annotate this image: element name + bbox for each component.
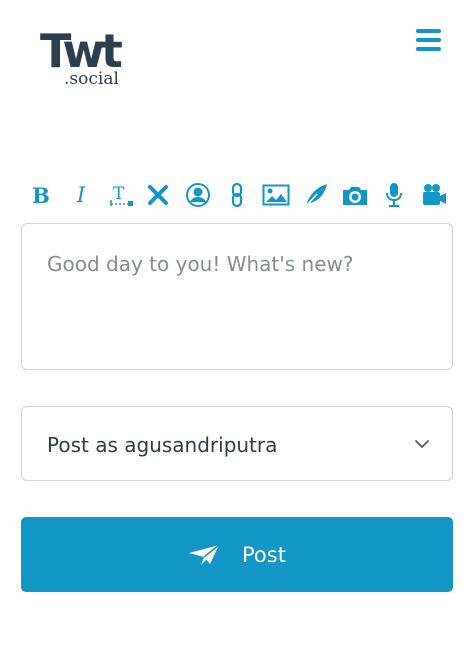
menu-bar-middle <box>416 38 441 42</box>
italic-button[interactable]: I <box>67 181 95 209</box>
text-format-button[interactable]: T <box>107 181 135 209</box>
format-toolbar: B I T <box>27 181 449 209</box>
hamburger-menu-icon[interactable] <box>416 28 441 52</box>
bold-button[interactable]: B <box>27 181 55 209</box>
close-icon <box>148 185 168 205</box>
clear-button[interactable] <box>144 181 172 209</box>
camera-button[interactable] <box>341 181 369 209</box>
logo-domain: .social <box>64 69 119 89</box>
logo-wordmark: Twt <box>40 24 123 78</box>
twtsocial-logo[interactable]: Twt .social <box>40 28 160 92</box>
drawing-button[interactable] <box>302 181 330 209</box>
paper-plane-icon <box>189 543 220 565</box>
post-button[interactable]: Post <box>21 517 453 592</box>
post-text-input[interactable] <box>21 223 453 370</box>
text-format-glyph: T <box>113 184 125 204</box>
menu-bar-bottom <box>416 47 441 51</box>
chevron-down-icon <box>415 440 429 448</box>
text-format-icon: T <box>110 184 133 206</box>
italic-icon: I <box>76 182 86 207</box>
link-button[interactable] <box>223 181 251 209</box>
post-as-label: Post as agusandriputra <box>47 433 278 457</box>
post-as-select[interactable]: Post as agusandriputra <box>21 406 453 481</box>
bold-icon: B <box>32 182 50 208</box>
video-button[interactable] <box>420 181 448 209</box>
image-icon <box>262 184 290 206</box>
microphone-icon <box>386 183 402 207</box>
feather-icon <box>305 184 327 207</box>
video-camera-icon <box>423 184 446 205</box>
menu-bar-top <box>416 29 441 33</box>
link-icon <box>231 182 243 208</box>
microphone-button[interactable] <box>380 181 408 209</box>
post-button-label: Post <box>242 542 286 567</box>
image-button[interactable] <box>262 181 290 209</box>
user-circle-icon <box>186 183 210 207</box>
camera-icon <box>343 187 367 205</box>
mention-button[interactable] <box>184 181 212 209</box>
